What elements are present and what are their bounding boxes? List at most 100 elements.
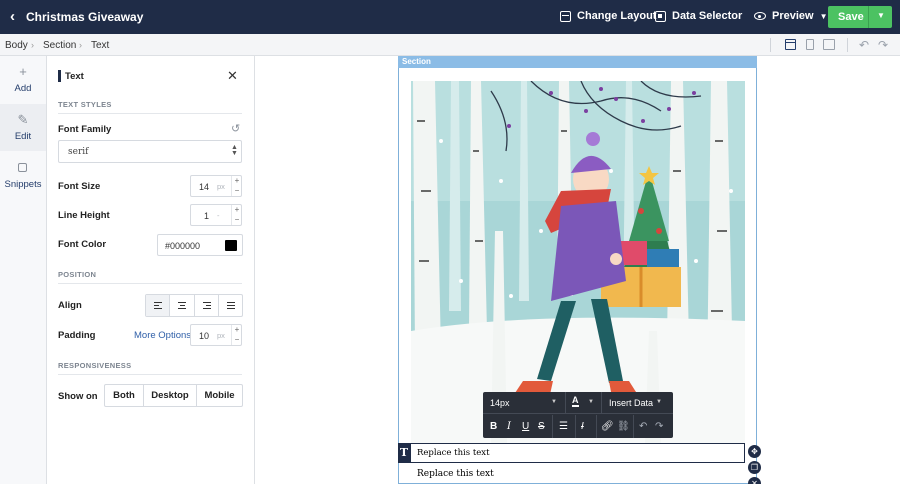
layout-icon [560, 10, 571, 22]
email-canvas: Section 14px ▼ A ▼ Insert Data ▼ B I U S… [255, 56, 900, 484]
more-options-link[interactable]: More Options [134, 330, 191, 341]
pencil-icon: ✎ [17, 112, 29, 127]
duplicate-icon[interactable]: ❐ [748, 461, 761, 474]
eye-icon [754, 12, 766, 20]
align-left-button[interactable] [146, 295, 171, 316]
line-height-unit: - [217, 211, 220, 220]
text-editor-panel: Text ✕ TEXT STYLES Font Family ↺ serif ▲… [47, 56, 255, 484]
rail-label: Edit [14, 131, 32, 142]
italic-button[interactable]: I [507, 421, 511, 432]
redo-icon[interactable]: ↷ [878, 38, 888, 52]
line-height-input[interactable]: 1 - + − [190, 204, 242, 226]
toolbar-divider [575, 415, 576, 438]
padding-unit: px [217, 331, 225, 340]
data-selector-icon [655, 10, 666, 22]
undo-icon[interactable]: ↶ [639, 421, 647, 432]
line-height-label: Line Height [58, 210, 110, 221]
editable-text[interactable]: Replace this text [417, 448, 489, 458]
title-accent-bar [58, 70, 61, 82]
stepper-icon[interactable]: + − [231, 325, 242, 345]
show-on-label: Show on [58, 391, 98, 402]
breadcrumb-section[interactable]: Section [43, 40, 76, 51]
breadcrumb-separator-icon: › [31, 40, 34, 50]
section-heading-position: POSITION [58, 270, 97, 279]
preview-button[interactable]: Preview ▼ [754, 10, 828, 22]
font-size-dropdown[interactable]: 14px [490, 398, 510, 408]
align-right-button[interactable] [195, 295, 219, 316]
text-block-editor[interactable]: Replace this text [410, 443, 745, 463]
bold-button[interactable]: B [490, 421, 497, 432]
toolbar-row-bottom: B I U S ☰ I 🔗︎ ⛓︎ ↶ ↷ [483, 415, 673, 438]
data-selector-label: Data Selector [672, 10, 743, 22]
save-options-caret-icon[interactable]: ▼ [877, 11, 885, 20]
bullet-list-icon[interactable]: ☰ [559, 421, 568, 432]
save-button[interactable]: Save ▼ [828, 6, 892, 28]
move-icon[interactable]: ✥ [748, 445, 761, 458]
chevron-down-icon[interactable]: ▼ [656, 399, 662, 405]
font-size-input[interactable]: 14 px + − [190, 175, 242, 197]
strikethrough-button[interactable]: S [538, 421, 545, 432]
save-divider [868, 6, 869, 28]
align-center-icon [178, 302, 187, 310]
page-title: Christmas Giveaway [26, 10, 144, 24]
font-size-unit: px [217, 182, 225, 191]
breadcrumb-body[interactable]: Body [5, 40, 28, 51]
split-view-icon[interactable] [823, 39, 835, 50]
close-icon[interactable]: ✕ [227, 68, 238, 84]
align-left-icon [154, 302, 162, 310]
font-family-select[interactable]: serif ▲ ▼ [58, 140, 242, 163]
text-block-copy[interactable]: Replace this text [417, 469, 494, 479]
show-on-both-button[interactable]: Both [105, 385, 144, 406]
rail-item-snippets[interactable]: Snippets [0, 152, 46, 199]
align-justify-button[interactable] [219, 295, 242, 316]
rail-item-add[interactable]: + Add [0, 56, 46, 103]
change-layout-button[interactable]: Change Layout [560, 10, 656, 22]
clear-format-button[interactable]: I [581, 421, 584, 432]
color-swatch[interactable] [225, 240, 237, 251]
insert-data-dropdown[interactable]: Insert Data [609, 398, 653, 408]
section-heading-responsiveness: RESPONSIVENESS [58, 361, 132, 370]
toolbar-divider [633, 415, 634, 438]
desktop-view-icon[interactable] [785, 39, 796, 50]
font-color-input[interactable]: #000000 [157, 234, 243, 256]
breadcrumb-separator-icon: › [79, 40, 82, 50]
mobile-view-icon[interactable] [806, 39, 814, 50]
align-center-button[interactable] [170, 295, 195, 316]
change-layout-label: Change Layout [577, 10, 657, 22]
christmas-illustration-image[interactable] [411, 81, 745, 443]
toolbar-divider [847, 38, 848, 52]
stepper-icon[interactable]: + − [231, 176, 242, 196]
section-label-tab[interactable]: Section [398, 56, 757, 68]
show-on-mobile-button[interactable]: Mobile [197, 385, 242, 406]
undo-icon[interactable]: ↶ [859, 38, 869, 52]
padding-label: Padding [58, 330, 96, 341]
delete-icon[interactable]: ✕ [748, 477, 761, 484]
divider [58, 374, 242, 375]
rail-label: Add [14, 83, 32, 94]
font-family-value: serif [68, 147, 89, 157]
breadcrumb-text[interactable]: Text [91, 40, 109, 51]
section-label: Section [402, 57, 431, 66]
chevron-down-icon[interactable]: ▼ [551, 399, 557, 405]
show-on-desktop-button[interactable]: Desktop [144, 385, 197, 406]
redo-icon[interactable]: ↷ [655, 421, 663, 432]
unlink-icon[interactable]: ⛓︎ [617, 421, 630, 432]
font-color-button[interactable]: A [572, 396, 579, 407]
toolbar-row-top: 14px ▼ A ▼ Insert Data ▼ [483, 392, 673, 414]
snippet-icon [18, 163, 27, 172]
link-icon[interactable]: 🔗︎ [601, 421, 614, 432]
left-rail: + Add ✎ Edit Snippets [0, 56, 47, 484]
underline-button[interactable]: U [522, 421, 529, 432]
data-selector-button[interactable]: Data Selector [655, 10, 742, 22]
rail-item-edit[interactable]: ✎ Edit [0, 104, 46, 151]
chevron-down-icon[interactable]: ▼ [588, 399, 594, 405]
align-right-icon [202, 302, 211, 310]
select-arrows-icon: ▲ ▼ [231, 144, 238, 157]
stepper-icon[interactable]: + − [231, 205, 242, 225]
divider [58, 283, 242, 284]
padding-input[interactable]: 10 px + − [190, 324, 242, 346]
toolbar-divider [601, 392, 602, 414]
back-chevron-icon[interactable]: ‹ [10, 8, 24, 26]
reset-icon[interactable]: ↺ [231, 122, 240, 135]
rail-label: Snippets [4, 179, 42, 190]
